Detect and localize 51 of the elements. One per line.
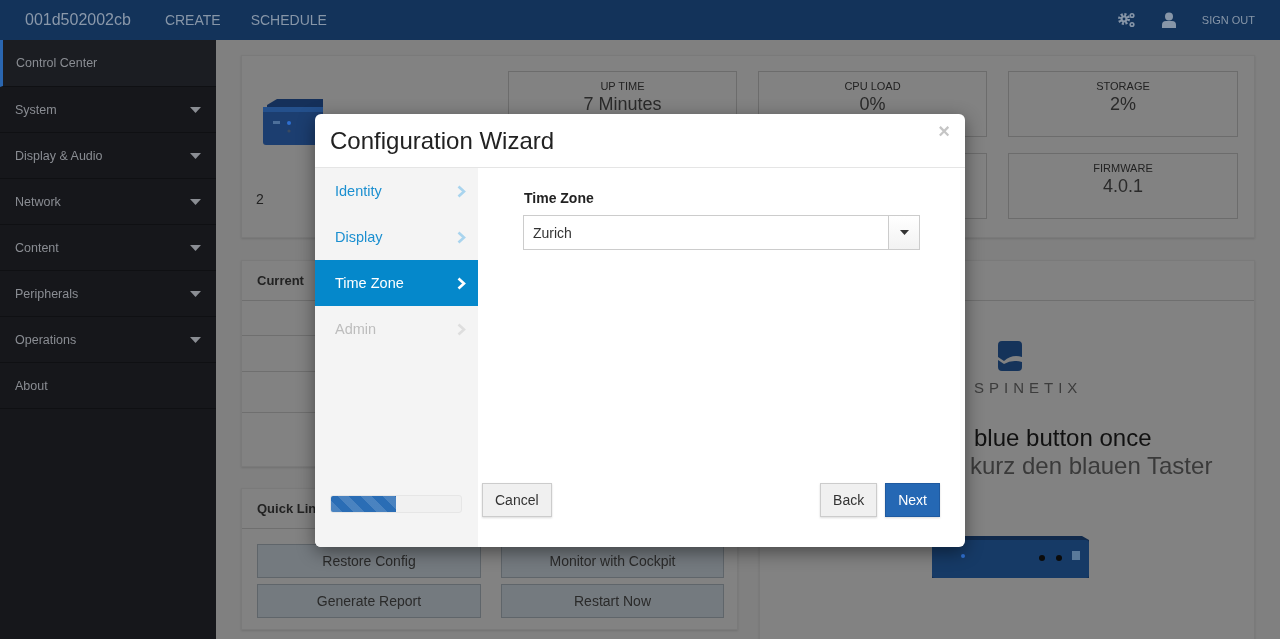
instruction-text: kurz den blauen Taster bbox=[970, 452, 1213, 480]
caret-icon bbox=[190, 290, 201, 297]
instruction-text: blue button once bbox=[974, 424, 1152, 452]
card-title: Current bbox=[257, 273, 304, 288]
sidebar-item[interactable]: About bbox=[0, 363, 216, 409]
sidebar-item[interactable]: Peripherals bbox=[0, 271, 216, 317]
stat-label: UP TIME bbox=[600, 80, 645, 92]
back-button[interactable]: Back bbox=[820, 483, 878, 517]
sidebar-item[interactable]: Operations bbox=[0, 317, 216, 363]
caret-icon bbox=[190, 244, 201, 251]
caret-icon bbox=[190, 198, 201, 205]
sidebar-item[interactable]: Network bbox=[0, 179, 216, 225]
stat-value: 7 Minutes bbox=[583, 95, 662, 114]
time-zone-select[interactable]: Zurich bbox=[523, 215, 920, 250]
chevron-icon bbox=[457, 230, 466, 244]
sidebar-item[interactable]: Display & Audio bbox=[0, 133, 216, 179]
device-name-link[interactable]: 001d502002cb bbox=[25, 11, 131, 29]
caret-icon bbox=[190, 336, 201, 343]
nav-link[interactable]: SCHEDULE bbox=[250, 12, 327, 28]
wizard-step[interactable]: Display bbox=[315, 214, 478, 260]
card-title: Quick Lin bbox=[257, 501, 317, 516]
user-icon[interactable] bbox=[1161, 12, 1176, 28]
stat-value: 2% bbox=[1110, 95, 1136, 114]
next-button[interactable]: Next bbox=[885, 483, 940, 517]
chevron-icon bbox=[457, 184, 466, 198]
chevron-icon bbox=[457, 276, 466, 290]
stat-label: CPU LOAD bbox=[844, 80, 901, 92]
caret-icon bbox=[190, 106, 201, 113]
field-label: Time Zone bbox=[524, 190, 595, 206]
sidebar-item[interactable]: Control Center bbox=[0, 40, 216, 87]
stat-label: STORAGE bbox=[1096, 80, 1150, 92]
nav-link[interactable]: CREATE bbox=[164, 12, 221, 28]
sidebar-item[interactable]: Content bbox=[0, 225, 216, 271]
quick-link-button[interactable]: Restore Config bbox=[257, 544, 481, 578]
stat-value: 4.0.1 bbox=[1102, 177, 1143, 196]
dialog-title: Configuration Wizard bbox=[330, 126, 556, 155]
wizard-step[interactable]: Time Zone bbox=[315, 260, 478, 306]
caret-icon bbox=[899, 230, 909, 235]
logo-icon bbox=[998, 341, 1022, 371]
logo-text: SPINETIX bbox=[974, 379, 1083, 396]
wizard-step[interactable]: Identity bbox=[315, 168, 478, 214]
device-caption: 2 bbox=[256, 191, 264, 207]
sidebar-item[interactable]: System bbox=[0, 87, 216, 133]
stat-label: FIRMWARE bbox=[1093, 162, 1153, 174]
settings-icon[interactable] bbox=[1117, 12, 1136, 28]
quick-link-button[interactable]: Restart Now bbox=[501, 584, 724, 618]
cancel-button[interactable]: Cancel bbox=[482, 483, 552, 517]
sign-out-link[interactable]: SIGN OUT bbox=[1201, 14, 1255, 26]
stat-value: 0% bbox=[859, 95, 886, 114]
quick-link-button[interactable]: Generate Report bbox=[257, 584, 481, 618]
caret-icon bbox=[190, 152, 201, 159]
